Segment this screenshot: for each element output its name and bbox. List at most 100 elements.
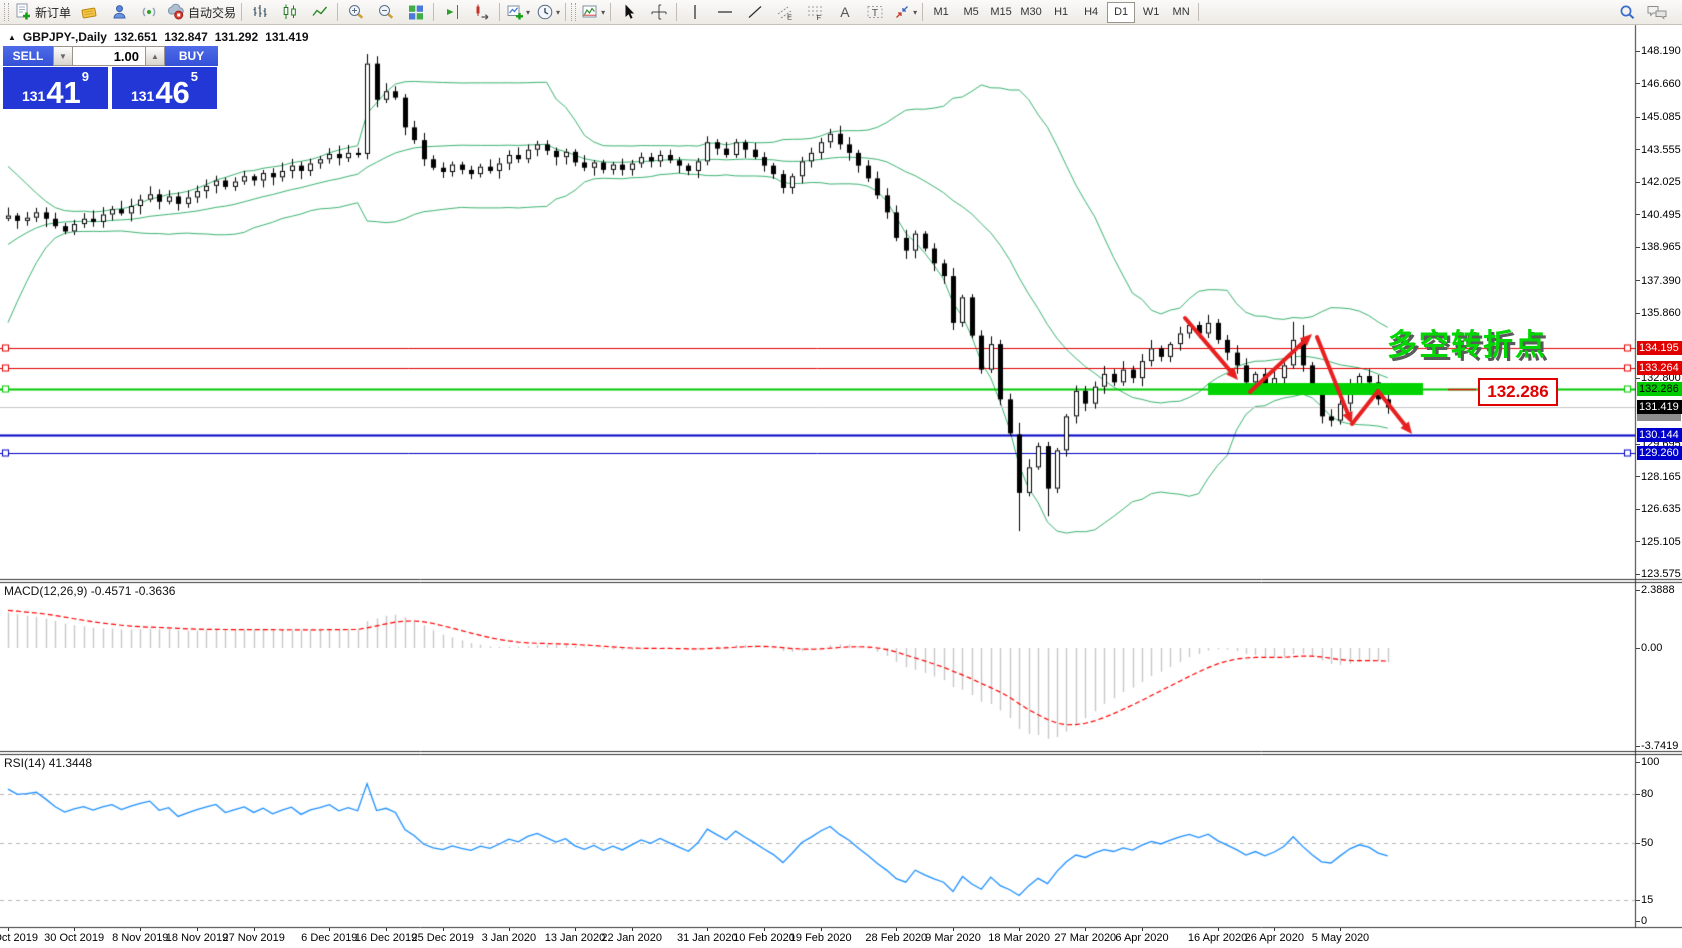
timeframe-mn[interactable]: MN	[1167, 2, 1195, 23]
new-order-button[interactable]: 新订单	[11, 1, 74, 24]
timeframe-m30[interactable]: M30	[1017, 2, 1045, 23]
new-order-icon	[16, 3, 30, 20]
price-tick-mark	[1636, 246, 1640, 248]
text-button[interactable]: A	[830, 1, 860, 24]
price-tick-mark	[1636, 83, 1640, 85]
timeframe-h4[interactable]: H4	[1077, 2, 1105, 23]
auto-scroll-icon	[476, 4, 489, 20]
date-label: 27 Mar 2020	[1054, 932, 1117, 944]
vertical-line-button[interactable]	[680, 1, 710, 24]
rsi-tick-label: 100	[1641, 756, 1660, 768]
timeframe-w1[interactable]: W1	[1137, 2, 1165, 23]
buy-pipette: 5	[190, 69, 199, 84]
price-tick-label: 148.190	[1641, 45, 1681, 58]
vertical-line-icon	[694, 5, 696, 19]
rsi-tick-label: 0	[1641, 915, 1648, 927]
zoom-in-button[interactable]	[341, 1, 371, 24]
price-tick-mark	[1636, 149, 1640, 151]
timeframe-m1[interactable]: M1	[927, 2, 955, 23]
collapse-icon[interactable]: ▲	[8, 33, 16, 42]
zoom-out-button[interactable]	[371, 1, 401, 24]
timeframe-m15[interactable]: M15	[987, 2, 1015, 23]
auto-scroll-button[interactable]	[467, 1, 497, 24]
sell-big-figure: 131	[21, 88, 46, 104]
new-chart-button[interactable]: ▾	[503, 1, 533, 24]
profiles-button[interactable]	[104, 1, 134, 24]
symbol-title: GBPJPY-,Daily	[22, 30, 107, 44]
chart-shift-button[interactable]	[437, 1, 467, 24]
equidistant-channel-button[interactable]: E	[770, 1, 800, 24]
price-callout-label[interactable]: 132.286	[1478, 378, 1558, 406]
volume-down-button[interactable]: ▼	[53, 46, 73, 66]
price-badge: 131.419	[1637, 400, 1682, 415]
cursor-button[interactable]	[614, 1, 644, 24]
rsi-tick-mark	[1636, 762, 1640, 763]
sell-button[interactable]: SELL	[3, 46, 53, 66]
crosshair-icon	[651, 4, 667, 20]
charts-button[interactable]	[74, 1, 104, 24]
date-tick-mark	[1019, 928, 1021, 931]
price-tick-label: 128.165	[1641, 470, 1681, 483]
toolbar-separator	[676, 3, 678, 21]
macd-label: MACD(12,26,9) -0.4571 -0.3636	[4, 584, 176, 598]
clock-icon	[537, 4, 553, 20]
ohlc-low: 131.292	[214, 30, 259, 44]
date-label: 18 Nov 2019	[165, 932, 229, 944]
timeframe-m5[interactable]: M5	[957, 2, 985, 23]
date-tick-mark	[1340, 928, 1342, 931]
tile-windows-button[interactable]	[401, 1, 431, 24]
indicators-button[interactable]: ▾	[578, 1, 608, 24]
auto-trading-button[interactable]: 自动交易	[164, 1, 239, 24]
chart-candles-button[interactable]	[275, 1, 305, 24]
date-label: 28 Feb 2020	[865, 932, 928, 944]
price-tick-label: 143.555	[1641, 143, 1681, 156]
volume-up-button[interactable]: ▲	[145, 46, 165, 66]
toolbar-separator	[565, 3, 567, 21]
signals-button[interactable]	[134, 1, 164, 24]
horizontal-line-button[interactable]	[710, 1, 740, 24]
arrows-button[interactable]: ▾	[890, 1, 920, 24]
community-button[interactable]	[1642, 1, 1672, 24]
new-chart-icon	[507, 5, 524, 20]
indicators-icon	[582, 5, 597, 18]
date-label: 18 Mar 2020	[988, 932, 1051, 944]
date-label: 19 Feb 2020	[789, 932, 852, 944]
date-label: 25 Dec 2019	[411, 932, 474, 944]
chart-folder-icon	[81, 7, 97, 19]
price-tick-mark	[1636, 508, 1640, 510]
sell-price-box[interactable]: 131 41 9	[3, 67, 108, 109]
price-tick-mark	[1636, 377, 1640, 379]
cursor-icon	[625, 4, 635, 19]
fibonacci-button[interactable]: F	[800, 1, 830, 24]
zoom-in-icon	[349, 5, 364, 19]
chart-line-button[interactable]	[305, 1, 335, 24]
buy-button[interactable]: BUY	[165, 46, 218, 66]
periods-button[interactable]: ▾	[533, 1, 563, 24]
svg-text:E: E	[787, 13, 792, 22]
trendline-button[interactable]	[740, 1, 770, 24]
crosshair-button[interactable]	[644, 1, 674, 24]
auto-trading-label: 自动交易	[188, 5, 237, 20]
search-button[interactable]	[1612, 1, 1642, 24]
rsi-tick-label: 80	[1641, 788, 1654, 800]
text-label-button[interactable]: T	[860, 1, 890, 24]
timeframe-h1[interactable]: H1	[1047, 2, 1075, 23]
price-badge: 130.144	[1637, 427, 1682, 442]
price-tick-mark	[1636, 214, 1640, 216]
price-badge: 132.286	[1637, 382, 1682, 397]
timeframe-d1[interactable]: D1	[1107, 1, 1136, 23]
date-label: 6 Dec 2019	[301, 932, 358, 944]
buy-price-box[interactable]: 131 46 5	[112, 67, 217, 109]
price-tick-mark	[1636, 116, 1640, 118]
chart-canvas[interactable]	[0, 0, 1682, 948]
chart-bars-button[interactable]	[245, 1, 275, 24]
date-label: 16 Dec 2019	[354, 932, 418, 944]
date-tick-mark	[896, 928, 898, 931]
date-label: 3 Jan 2020	[481, 932, 537, 944]
price-tick-mark	[1636, 443, 1640, 445]
date-label: 30 Oct 2019	[44, 932, 105, 944]
dropdown-caret-icon: ▾	[556, 7, 561, 17]
zoom-out-icon	[379, 5, 394, 19]
volume-input[interactable]	[73, 46, 145, 66]
rsi-label: RSI(14) 41.3448	[4, 756, 93, 770]
